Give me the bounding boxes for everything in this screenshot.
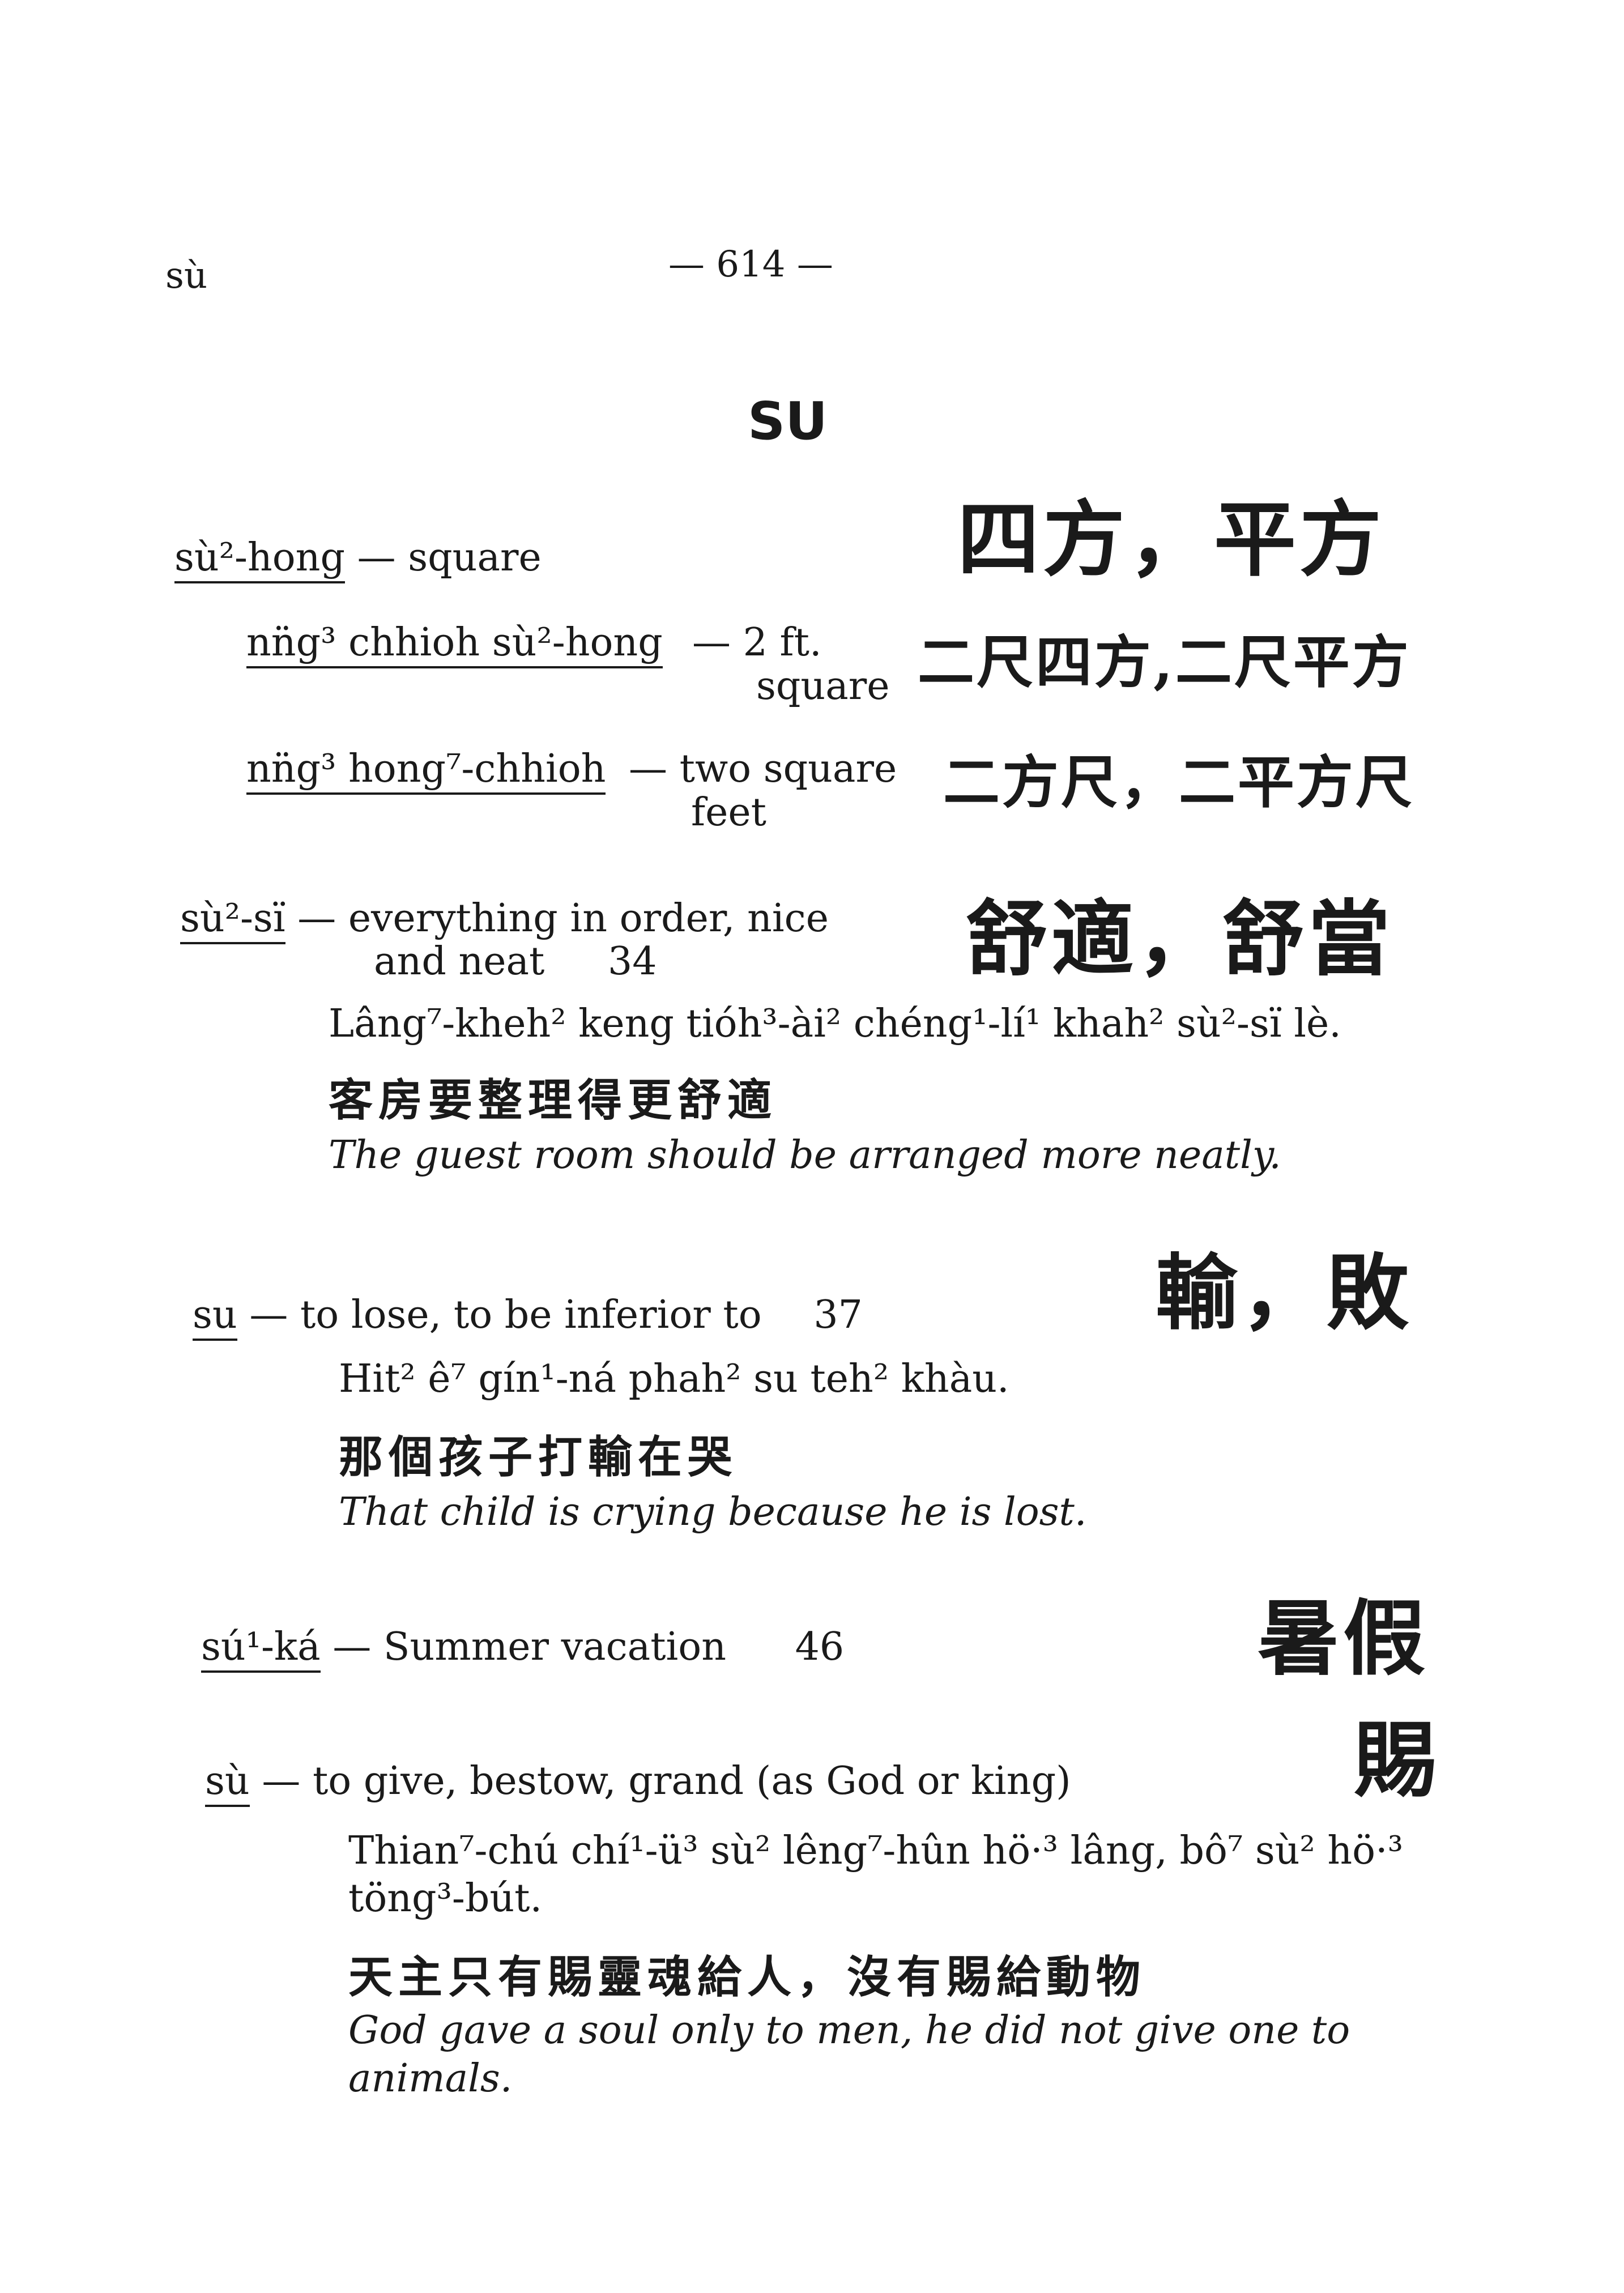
entry-definition: — Summer vacation [333, 1625, 727, 1669]
entry-chinese: 暑假 [1258, 1591, 1429, 1687]
entry-definition-cont: and neat 34 [374, 939, 657, 984]
example-translation: God gave a soul only to men, he did not … [348, 2008, 1350, 2053]
example-chinese: 天主只有賜靈魂給人，沒有賜給動物 [348, 1951, 1146, 2003]
lesson-number: 37 [813, 1293, 863, 1337]
subentry-term: nn̈g³ hong⁷-chhioh [246, 747, 606, 795]
entry-definition: — everything in order, nice [297, 896, 829, 941]
subentry-definition-cont: feet [691, 790, 766, 835]
entry-definition: — to give, bestow, grand (as God or king… [262, 1759, 1071, 1804]
example-romanized: Thian⁷-chú chí¹-ü³ sù² lêng⁷-hûn hö·³ lâ… [348, 1829, 1403, 1873]
entry-definition: — square [357, 535, 542, 580]
entry-chinese: 舒適，舒當 [966, 891, 1393, 987]
entry-su-lose: su — to lose, to be inferior to 37 [193, 1293, 863, 1341]
entry-su2-si: sù²-sï — everything in order, nice [180, 896, 829, 944]
subentry-definition: — two square [629, 747, 897, 791]
example-translation: The guest room should be arranged more n… [329, 1133, 1281, 1178]
entry-definition: — to lose, to be inferior to [249, 1293, 762, 1337]
subentry-definition: — 2 ft. [692, 620, 822, 665]
entry-su2-hong: sù²-hong — square [174, 535, 542, 583]
subentry-chinese: 二方尺，二平方尺 [943, 749, 1414, 816]
entry-term: sù [205, 1759, 250, 1807]
example-chinese: 客房要整理得更舒適 [329, 1075, 778, 1126]
example-translation-cont: animals. [348, 2056, 513, 2101]
subentry-term: nn̈g³ chhioh sù²-hong [246, 620, 663, 668]
entry-chinese: 四方，平方 [957, 492, 1385, 588]
lesson-number: 34 [608, 939, 657, 984]
subentry-chinese: 二尺四方,二尺平方 [918, 629, 1411, 696]
entry-term: sù²-hong [174, 535, 345, 583]
section-heading: SU [748, 391, 828, 451]
entry-su-give: sù — to give, bestow, grand (as God or k… [205, 1759, 1071, 1807]
entry-chinese: 輸，敗 [1156, 1245, 1412, 1341]
entry-term: sú¹-ká [201, 1625, 321, 1673]
example-romanized: Hit² ê⁷ gín¹-ná phah² su teh² khàu. [339, 1357, 1009, 1401]
entry-term: su [193, 1293, 237, 1341]
lesson-number: 46 [795, 1625, 845, 1669]
example-romanized: Lâng⁷-kheh² keng tióh³-ài² chéng¹-lí¹ kh… [329, 1001, 1341, 1046]
example-chinese: 那個孩子打輸在哭 [339, 1431, 738, 1483]
example-romanized-cont: töng³-bút. [348, 1876, 543, 1921]
running-head: sù [165, 255, 208, 297]
page-number: — 614 — [668, 244, 833, 285]
example-translation: That child is crying because he is lost. [339, 1490, 1087, 1535]
entry-su1-ka: sú¹-ká — Summer vacation 46 [201, 1625, 845, 1673]
subentry-definition-cont: square [756, 664, 890, 709]
entry-term: sù²-sï [180, 896, 285, 944]
entry-chinese: 賜 [1354, 1712, 1439, 1809]
